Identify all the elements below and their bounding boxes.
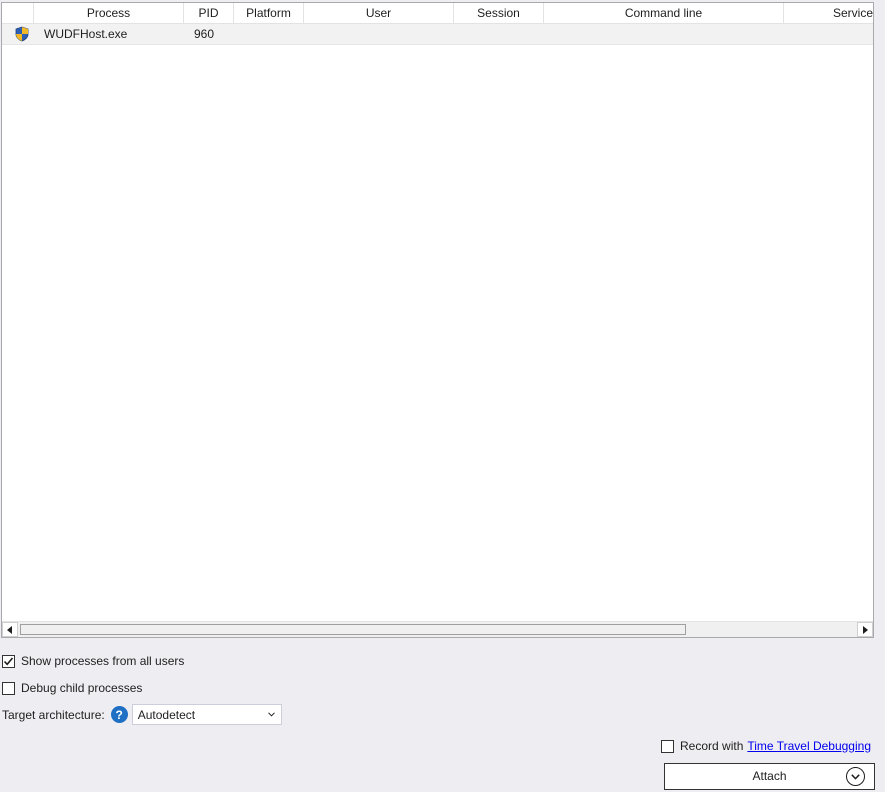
- target-architecture-select[interactable]: Autodetect: [131, 704, 282, 725]
- horizontal-scrollbar[interactable]: [2, 621, 873, 637]
- show-all-users-checkbox[interactable]: [2, 654, 15, 668]
- table-row[interactable]: WUDFHost.exe 960: [2, 24, 873, 45]
- row-command-line-cell: [544, 24, 784, 44]
- debug-child-option[interactable]: Debug child processes: [2, 680, 142, 696]
- column-header-command-line[interactable]: Command line: [544, 3, 784, 23]
- column-header-platform[interactable]: Platform: [234, 3, 304, 23]
- scroll-right-button[interactable]: [857, 622, 873, 637]
- time-travel-debugging-link[interactable]: Time Travel Debugging: [747, 739, 871, 753]
- record-ttd-checkbox[interactable]: [661, 739, 675, 753]
- column-header-icon[interactable]: [2, 3, 34, 23]
- row-pid-cell: 960: [194, 27, 215, 41]
- help-question-icon[interactable]: ?: [110, 706, 128, 723]
- row-icon-cell: [2, 24, 34, 44]
- process-list-header: Process PID Platform User Session Comman…: [2, 3, 873, 24]
- row-session-cell: [454, 24, 544, 44]
- column-header-session[interactable]: Session: [454, 3, 544, 23]
- process-list[interactable]: Process PID Platform User Session Comman…: [1, 2, 874, 638]
- scrollbar-thumb[interactable]: [20, 624, 686, 635]
- uac-shield-icon: [14, 26, 30, 42]
- arrow-left-icon: [7, 625, 12, 634]
- column-header-user[interactable]: User: [304, 3, 454, 23]
- row-user-cell: [304, 24, 454, 44]
- record-ttd-option[interactable]: Record with Time Travel Debugging: [661, 738, 871, 754]
- record-with-label: Record with: [680, 739, 744, 753]
- chevron-down-icon: [267, 712, 275, 717]
- attach-to-process-dialog: Process PID Platform User Session Comman…: [0, 0, 885, 792]
- show-all-users-option[interactable]: Show processes from all users: [2, 653, 184, 669]
- row-service-cell: [784, 24, 873, 44]
- attach-button-label: Attach: [752, 769, 787, 783]
- row-platform-cell: [234, 24, 304, 44]
- column-header-service[interactable]: Service: [784, 3, 873, 23]
- row-process-cell: WUDFHost.exe: [44, 27, 128, 41]
- column-header-process[interactable]: Process: [34, 3, 184, 23]
- chevron-down-circle-icon[interactable]: [846, 767, 865, 786]
- checkmark-icon: [3, 656, 14, 665]
- column-header-pid[interactable]: PID: [184, 3, 234, 23]
- target-architecture-label: Target architecture:: [2, 707, 105, 722]
- debug-child-label: Debug child processes: [21, 681, 143, 695]
- arrow-right-icon: [863, 625, 868, 634]
- target-architecture-row: Target architecture: ? Autodetect: [2, 704, 282, 725]
- debug-child-checkbox[interactable]: [2, 681, 15, 695]
- scroll-left-button[interactable]: [2, 622, 18, 637]
- show-all-users-label: Show processes from all users: [21, 654, 185, 668]
- target-architecture-value: Autodetect: [137, 707, 196, 722]
- attach-button[interactable]: Attach: [664, 763, 875, 790]
